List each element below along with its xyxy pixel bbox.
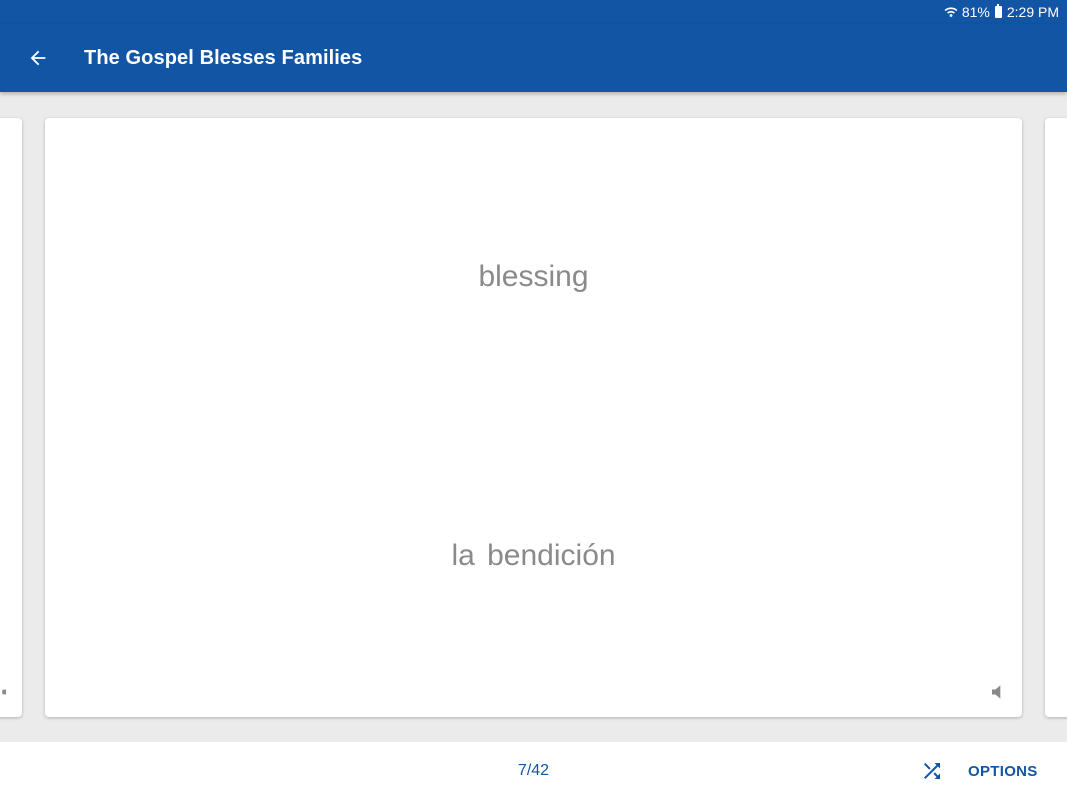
speaker-icon <box>992 685 1001 699</box>
wifi-icon <box>944 7 958 17</box>
status-bar: 81% 2:29 PM <box>0 0 1067 24</box>
current-flashcard[interactable]: blessing la bendición <box>45 118 1022 717</box>
previous-card-speaker-icon <box>0 683 6 701</box>
back-button[interactable] <box>13 33 63 83</box>
flashcard-carousel[interactable]: blessing la bendición <box>0 92 1067 742</box>
previous-card[interactable] <box>0 118 22 717</box>
arrow-left-icon <box>30 50 46 66</box>
card-counter: 7/42 <box>517 762 550 779</box>
app-bar: The Gospel Blesses Families <box>0 24 1067 92</box>
shuffle-icon <box>924 763 940 779</box>
options-button[interactable]: OPTIONS <box>962 756 1044 786</box>
card-definition: la bendición <box>451 539 616 572</box>
bottom-bar: 7/42 OPTIONS <box>0 742 1067 800</box>
card-term: blessing <box>478 260 589 293</box>
battery-icon <box>994 4 1002 18</box>
next-card[interactable] <box>1045 118 1067 717</box>
page-title: The Gospel Blesses Families <box>84 46 363 69</box>
clock: 2:29 PM <box>1006 4 1059 20</box>
shuffle-button[interactable] <box>917 757 947 785</box>
play-audio-button[interactable] <box>986 681 1008 703</box>
battery-percentage: 81% <box>961 4 990 20</box>
